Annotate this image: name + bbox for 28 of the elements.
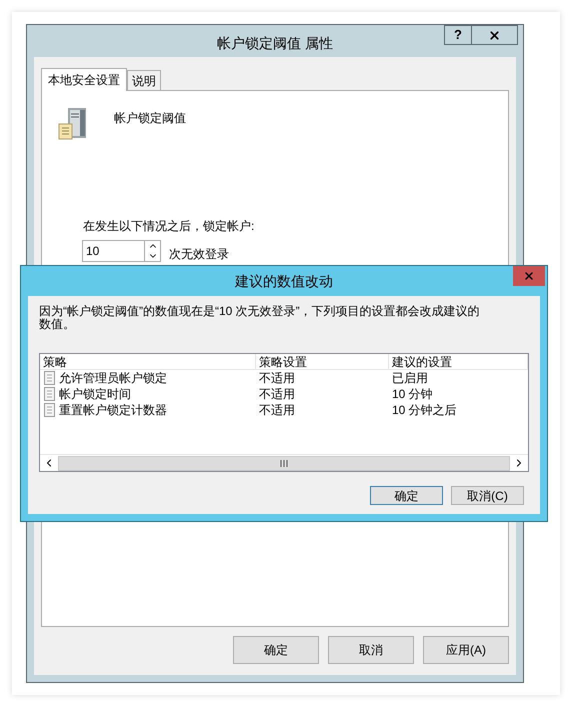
dialog-button[interactable]: 确定	[233, 636, 319, 664]
window-title: 帐户锁定阈值 属性	[217, 34, 333, 52]
tab[interactable]: 本地安全设置	[41, 68, 127, 91]
table-cell-text: 不适用	[258, 370, 296, 387]
dialog-button[interactable]: 取消	[328, 636, 414, 664]
lockout-label: 在发生以下情况之后，锁定帐户:	[83, 218, 256, 235]
table-cell-text: 已启用	[391, 370, 429, 387]
table-cell-text: 重置帐户锁定计数器	[59, 402, 167, 419]
table-cell-text: 帐户锁定时间	[59, 386, 131, 403]
table-cell-text: 不适用	[258, 402, 296, 419]
table-cell-text: 10 分钟	[391, 386, 434, 403]
column-header[interactable]: 策略设置	[256, 354, 389, 369]
dialog-title: 建议的数值改动	[235, 272, 333, 290]
dialog-button[interactable]: 应用(A)	[423, 636, 509, 664]
count-spinner[interactable]: 10	[82, 240, 161, 262]
unit-label: 次无效登录	[169, 246, 229, 263]
dialog-message: 因为“帐户锁定阈值”的数值现在是“10 次无效登录”，下列项目的设置都会改成建议的数值。	[39, 305, 481, 331]
table-cell-text: 允许管理员帐户锁定	[59, 370, 167, 387]
dialog-button[interactable]: 取消(C)	[451, 486, 524, 505]
tab[interactable]: 说明	[127, 70, 161, 90]
count-value: 10	[85, 243, 100, 260]
column-header[interactable]: 建议的设置	[389, 354, 528, 369]
policy-name: 帐户锁定阈值	[114, 110, 186, 127]
table-cell-text: 不适用	[258, 386, 296, 403]
dialog-button[interactable]: 确定	[370, 486, 443, 505]
help-button[interactable]: ?	[444, 25, 472, 45]
column-header[interactable]: 策略	[40, 354, 256, 369]
table-cell-text: 10 分钟之后	[391, 402, 458, 419]
